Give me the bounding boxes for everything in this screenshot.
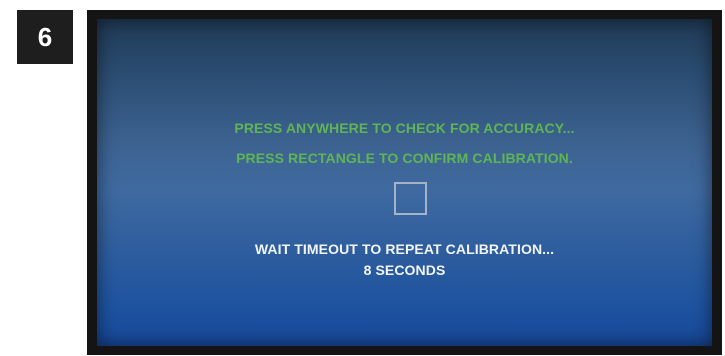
monitor-bezel: PRESS ANYWHERE TO CHECK FOR ACCURACY... …	[87, 10, 722, 355]
countdown-seconds: 8 SECONDS	[363, 262, 446, 278]
step-number-badge: 6	[17, 10, 73, 64]
page: 6 PRESS ANYWHERE TO CHECK FOR ACCURACY..…	[0, 0, 725, 356]
check-accuracy-instruction: PRESS ANYWHERE TO CHECK FOR ACCURACY...	[234, 120, 575, 136]
calibration-screen[interactable]: PRESS ANYWHERE TO CHECK FOR ACCURACY... …	[97, 19, 712, 346]
confirm-calibration-instruction: PRESS RECTANGLE TO CONFIRM CALIBRATION.	[236, 150, 573, 166]
timeout-message: WAIT TIMEOUT TO REPEAT CALIBRATION...	[254, 241, 555, 257]
confirm-calibration-rectangle-button[interactable]	[394, 182, 427, 215]
